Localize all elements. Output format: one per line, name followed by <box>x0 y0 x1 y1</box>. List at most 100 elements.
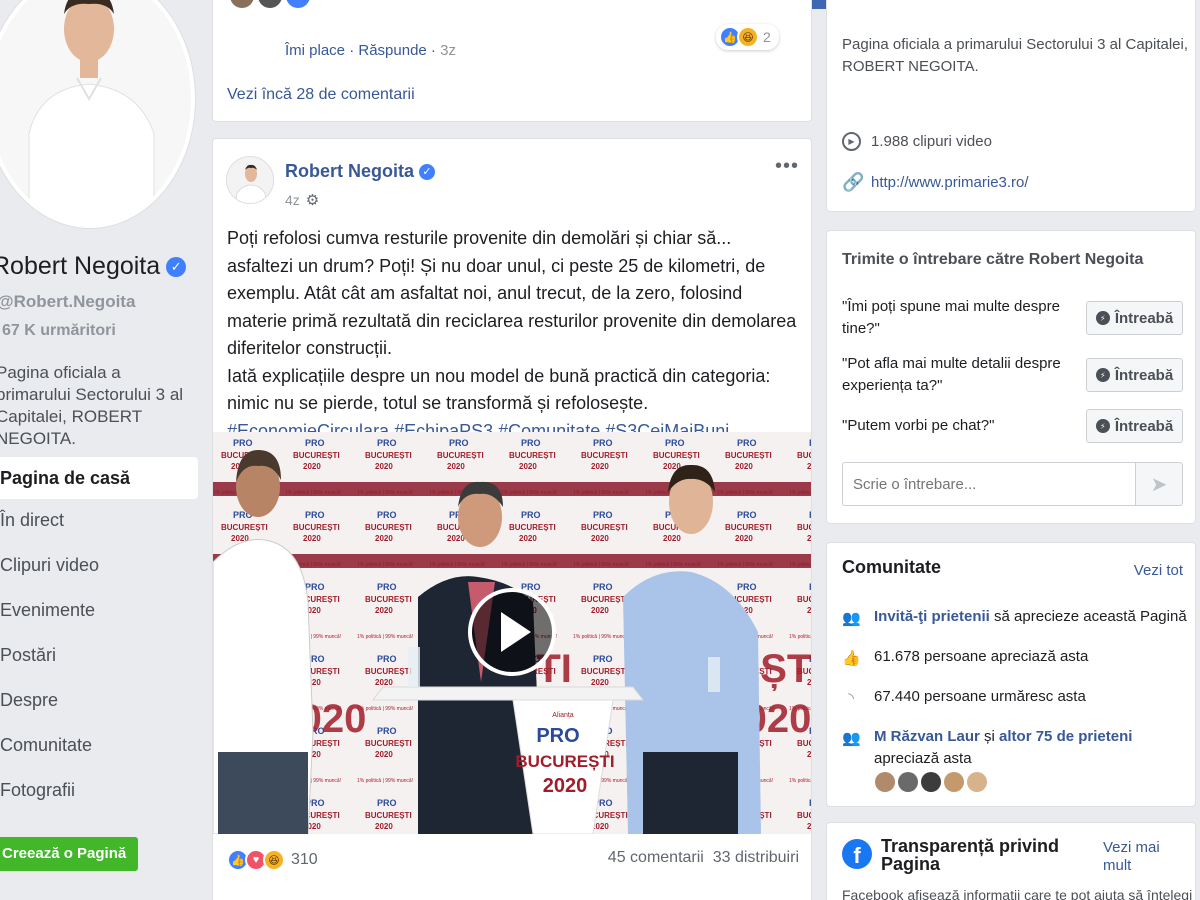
nav-home[interactable]: Pagina de casă <box>0 457 198 499</box>
community-likes: 👍 61.678 persoane apreciază asta <box>842 646 1088 668</box>
ask-question-3: "Putem vorbi pe chat?" <box>842 417 995 434</box>
transparency-text: Facebook afișează informații care te pot… <box>842 887 1193 900</box>
messenger-icon: ⚡ <box>1095 311 1110 325</box>
avatar-photo <box>227 157 273 203</box>
messenger-icon: ⚡ <box>1095 419 1110 433</box>
about-description-line1: Pagina oficiala a primarului Sectorului … <box>842 36 1189 53</box>
facebook-logo-icon: f <box>842 839 872 869</box>
comment-reply-link[interactable]: Răspunde <box>358 42 426 59</box>
haha-reaction-icon: 😆 <box>263 849 285 871</box>
post-options-icon[interactable]: ••• <box>775 155 799 178</box>
post-text-p1: Poți refolosi cumva resturile provenite … <box>227 228 797 358</box>
nav-live[interactable]: În direct <box>0 499 198 544</box>
profile-name-text[interactable]: Robert Negoita <box>0 252 160 281</box>
about-videos-text[interactable]: 1.988 clipuri video <box>871 133 992 150</box>
shares-count[interactable]: 33 distribuiri <box>713 849 799 866</box>
ask-button-label: Întreabă <box>1114 366 1174 384</box>
thumbs-up-icon: 👍 <box>842 650 861 667</box>
nav-about[interactable]: Despre <box>0 679 198 724</box>
left-sidebar: Robert Negoita ✓ @Robert.Negoita 67 K ur… <box>0 0 205 900</box>
comment-reactions[interactable]: 👍 😆 2 <box>716 24 779 50</box>
messenger-icon: ⚡ <box>1095 368 1110 382</box>
comments-count[interactable]: 45 comentarii <box>608 849 704 866</box>
gear-icon[interactable]: ⚙ <box>306 191 319 209</box>
transparency-see-more-link[interactable]: Vezi mai mult <box>1103 839 1183 875</box>
more-comments-link[interactable]: Vezi încă 28 de comentarii <box>227 86 415 104</box>
page-nav: Pagina de casă În direct Clipuri video E… <box>0 457 198 814</box>
ask-button-label: Întreabă <box>1114 309 1174 327</box>
post-video[interactable]: PRO BUCUREȘTI 2020 1% politică | 99% mun… <box>213 432 811 834</box>
invite-friends-link[interactable]: Invită-ţi prietenii <box>874 608 990 625</box>
about-description: Pagina oficiala a primarului Sectorului … <box>842 34 1188 78</box>
create-page-button[interactable]: Creează o Pagină <box>0 837 139 871</box>
transparency-title: Transparență privind Pagina <box>881 836 1060 874</box>
post-reactions[interactable]: 👍 ♥ 😆 310 <box>227 849 318 871</box>
friend-avatars[interactable] <box>875 772 987 792</box>
friend-name-link[interactable]: M Răzvan Laur <box>874 728 980 745</box>
nav-photos[interactable]: Fotografii <box>0 769 198 814</box>
send-button[interactable]: ➤ <box>1135 462 1183 506</box>
play-icon: ▶ <box>842 132 861 151</box>
about-website[interactable]: 🔗 http://www.primarie3.ro/ <box>842 172 1029 193</box>
website-link[interactable]: http://www.primarie3.ro/ <box>871 174 1029 191</box>
previous-post-card: Îmi place · Răspunde · 3z 👍 😆 2 Vezi înc… <box>212 0 812 122</box>
ask-button-1[interactable]: ⚡ Întreabă <box>1086 301 1183 335</box>
about-card: Pagina oficiala a primarului Sectorului … <box>826 0 1196 212</box>
comment-like-link[interactable]: Îmi place <box>285 42 345 59</box>
community-invite-rest: să aprecieze această Pagină <box>994 608 1187 625</box>
nav-videos[interactable]: Clipuri video <box>0 544 198 589</box>
verified-icon: ✓ <box>166 256 187 277</box>
community-title: Comunitate <box>842 557 941 577</box>
community-friends-text: M Răzvan Laur și altor 75 de prieteni ap… <box>874 726 1132 770</box>
community-invite-text: Invită-ţi prietenii să aprecieze această… <box>874 606 1187 628</box>
nav-events[interactable]: Evenimente <box>0 589 198 634</box>
transparency-card: f Transparență privind Pagina Vezi mai m… <box>826 822 1196 900</box>
post-text: Poți refolosi cumva resturile provenite … <box>227 225 797 445</box>
post-counts: 45 comentarii 33 distribuiri <box>608 849 799 871</box>
post-stats: 👍 ♥ 😆 310 45 comentarii 33 distribuiri <box>227 849 799 871</box>
svg-text:BUCUREȘTI: BUCUREȘTI <box>515 752 614 771</box>
post-time-text[interactable]: 4z <box>285 192 300 208</box>
about-videos[interactable]: ▶ 1.988 clipuri video <box>842 132 992 151</box>
community-follows-text: 67.440 persoane urmăresc asta <box>874 688 1086 705</box>
community-see-all-link[interactable]: Vezi tot <box>1134 562 1183 579</box>
friends-rest: apreciază asta <box>874 750 972 767</box>
community-invite: 👥 Invită-ţi prietenii să aprecieze aceas… <box>842 606 1187 628</box>
post-author-name[interactable]: Robert Negoita <box>285 161 414 182</box>
nav-posts[interactable]: Postări <box>0 634 198 679</box>
profile-picture[interactable] <box>0 0 195 228</box>
post-author-avatar[interactable] <box>226 156 274 204</box>
post-card: Robert Negoita ✓ 4z ⚙ ••• Poți refolosi … <box>212 138 812 900</box>
reaction-count[interactable]: 310 <box>291 851 318 869</box>
about-description-line2: ROBERT NEGOITA. <box>842 58 979 75</box>
ask-question-card: Trimite o întrebare către Robert Negoita… <box>826 230 1196 524</box>
other-friends-link[interactable]: altor 75 de prieteni <box>999 728 1132 745</box>
community-follows: ◝ 67.440 persoane urmăresc asta <box>842 686 1086 708</box>
nav-community[interactable]: Comunitate <box>0 724 198 769</box>
profile-name[interactable]: Robert Negoita ✓ <box>0 252 187 281</box>
ask-button-3[interactable]: ⚡ Întreabă <box>1086 409 1183 443</box>
verified-icon: ✓ <box>419 163 436 180</box>
community-card: Comunitate Vezi tot 👥 Invită-ţi prieteni… <box>826 542 1196 807</box>
friends-icon: 👥 <box>842 730 861 747</box>
ask-button-label: Întreabă <box>1114 417 1174 435</box>
profile-username[interactable]: @Robert.Negoita <box>0 292 135 312</box>
post-timestamp: 4z ⚙ <box>285 191 319 209</box>
friends-and: și <box>984 728 995 745</box>
profile-photo <box>0 0 191 224</box>
rss-icon: ◝ <box>848 690 854 707</box>
ask-question-2: "Pot afla mai multe detalii despre exper… <box>842 355 1061 394</box>
community-likes-text: 61.678 persoane apreciază asta <box>874 648 1089 665</box>
ask-input[interactable] <box>842 462 1136 506</box>
post-author[interactable]: Robert Negoita ✓ <box>285 161 436 182</box>
svg-text:PRO: PRO <box>536 725 579 747</box>
profile-followers: 67 K urmăritori <box>2 322 116 339</box>
ask-button-2[interactable]: ⚡ Întreabă <box>1086 358 1183 392</box>
link-icon: 🔗 <box>842 172 865 192</box>
comment-avatars <box>230 0 310 8</box>
comment-actions: Îmi place · Răspunde · 3z <box>285 42 456 59</box>
people-icon: 👥 <box>842 610 861 627</box>
svg-text:2020: 2020 <box>543 775 588 797</box>
comment-reaction-count: 2 <box>763 29 771 45</box>
comment-time[interactable]: 3z <box>440 42 456 59</box>
